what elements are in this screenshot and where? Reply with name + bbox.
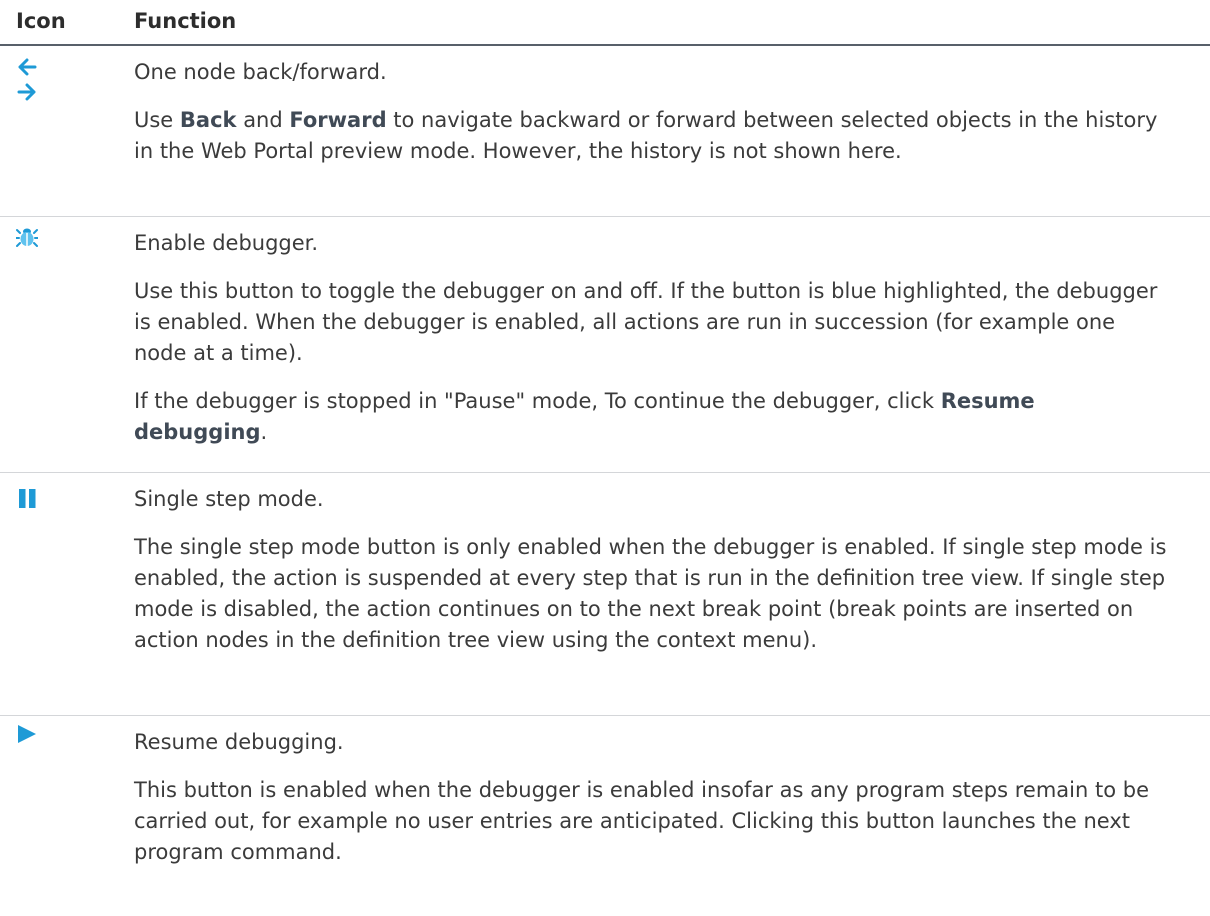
play-icon: [18, 725, 36, 743]
table-row: Single step mode. The single step mode b…: [0, 473, 1210, 716]
header-function: Function: [134, 9, 237, 33]
row-title: Enable debugger.: [134, 231, 319, 255]
forward-term: Forward: [289, 108, 387, 132]
row-description: The single step mode button is only enab…: [134, 535, 1167, 652]
table-row: One node back/forward. Use Back and Forw…: [0, 46, 1210, 217]
row-description: Use this button to toggle the debugger o…: [134, 279, 1158, 365]
table-header: Icon Function: [0, 0, 1210, 46]
header-icon: Icon: [16, 9, 66, 33]
row-description-2: If the debugger is stopped in "Pause" mo…: [134, 389, 1035, 444]
icon-function-table: Icon Function One node back/forward. Use…: [0, 0, 1210, 916]
pause-icon: [19, 489, 36, 508]
row-title: Resume debugging.: [134, 730, 344, 754]
bug-icon: [16, 228, 38, 247]
row-title: Single step mode.: [134, 487, 324, 511]
row-description: Use Back and Forward to navigate backwar…: [134, 108, 1158, 163]
back-term: Back: [179, 108, 237, 132]
arrow-right-icon: [17, 83, 36, 101]
table-row: Resume debugging. This button is enabled…: [0, 716, 1210, 916]
row-title: One node back/forward.: [134, 60, 387, 84]
table-row: Enable debugger. Use this button to togg…: [0, 217, 1210, 473]
row-description: This button is enabled when the debugger…: [134, 778, 1149, 864]
arrow-left-icon: [18, 58, 37, 76]
